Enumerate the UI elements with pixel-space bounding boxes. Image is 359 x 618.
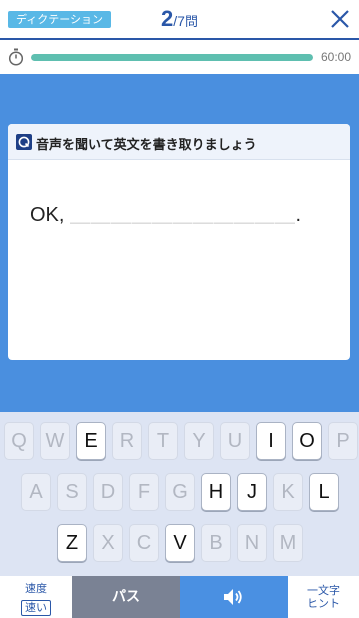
question-card: 音声を聞いて英文を書き取りましょう OK, ＿＿＿＿＿＿＿＿＿＿＿. bbox=[8, 124, 350, 360]
answer-blanks: ＿＿＿＿＿＿＿＿＿＿＿ bbox=[70, 204, 296, 226]
close-button[interactable] bbox=[329, 8, 351, 30]
time-progress-fill bbox=[31, 54, 313, 61]
stopwatch-icon bbox=[8, 48, 24, 66]
key-b: B bbox=[201, 524, 231, 562]
hint-line1: 一文字 bbox=[307, 584, 340, 597]
dictation-icon bbox=[16, 134, 32, 150]
key-x: X bbox=[93, 524, 123, 562]
play-audio-button[interactable] bbox=[180, 576, 288, 618]
header: ディクテーション 2/7問 bbox=[0, 0, 359, 40]
time-progress-bar bbox=[31, 54, 313, 61]
key-d: D bbox=[93, 473, 123, 511]
key-u: U bbox=[220, 422, 250, 460]
key-m: M bbox=[273, 524, 303, 562]
timer-row: 60:00 bbox=[0, 42, 359, 74]
bottom-toolbar: 速度 速い パス 一文字 ヒント bbox=[0, 576, 359, 618]
key-a: A bbox=[21, 473, 51, 511]
key-o[interactable]: O bbox=[292, 422, 322, 460]
key-s: S bbox=[57, 473, 87, 511]
key-l[interactable]: L bbox=[309, 473, 339, 511]
key-q: Q bbox=[4, 422, 34, 460]
close-icon bbox=[331, 10, 349, 28]
key-n: N bbox=[237, 524, 267, 562]
card-header: 音声を聞いて英文を書き取りましょう bbox=[8, 124, 350, 160]
pass-button[interactable]: パス bbox=[72, 576, 180, 618]
key-j[interactable]: J bbox=[237, 473, 267, 511]
hint-button[interactable]: 一文字 ヒント bbox=[288, 576, 359, 618]
key-k: K bbox=[273, 473, 303, 511]
key-f: F bbox=[129, 473, 159, 511]
speed-button[interactable]: 速度 速い bbox=[0, 576, 72, 618]
answer-area: OK, ＿＿＿＿＿＿＿＿＿＿＿. bbox=[30, 198, 301, 227]
key-p: P bbox=[328, 422, 358, 460]
answer-suffix: . bbox=[295, 204, 302, 226]
question-unit: 問 bbox=[184, 15, 198, 30]
instruction-text: 音声を聞いて英文を書き取りましょう bbox=[36, 138, 257, 153]
key-y: Y bbox=[184, 422, 214, 460]
letter-keyboard: QWERTYUIOP ASDFGHJKL ZXCVBNM bbox=[0, 412, 359, 576]
key-h[interactable]: H bbox=[201, 473, 231, 511]
hint-line2: ヒント bbox=[307, 597, 340, 610]
key-g: G bbox=[165, 473, 195, 511]
key-r: R bbox=[112, 422, 142, 460]
key-e[interactable]: E bbox=[76, 422, 106, 460]
time-remaining: 60:00 bbox=[320, 50, 351, 64]
question-area: 音声を聞いて英文を書き取りましょう OK, ＿＿＿＿＿＿＿＿＿＿＿. bbox=[0, 74, 359, 412]
current-question: 2 bbox=[161, 6, 174, 31]
question-counter: 2/7問 bbox=[0, 6, 359, 32]
key-v[interactable]: V bbox=[165, 524, 195, 562]
speed-label: 速度 bbox=[25, 582, 47, 595]
key-i[interactable]: I bbox=[256, 422, 286, 460]
speaker-icon bbox=[224, 589, 242, 605]
key-w: W bbox=[40, 422, 70, 460]
speed-value: 速い bbox=[21, 600, 51, 616]
total-questions: /7 bbox=[173, 13, 185, 29]
key-t: T bbox=[148, 422, 178, 460]
key-z[interactable]: Z bbox=[57, 524, 87, 562]
key-c: C bbox=[129, 524, 159, 562]
answer-prefix: OK, bbox=[30, 204, 65, 226]
